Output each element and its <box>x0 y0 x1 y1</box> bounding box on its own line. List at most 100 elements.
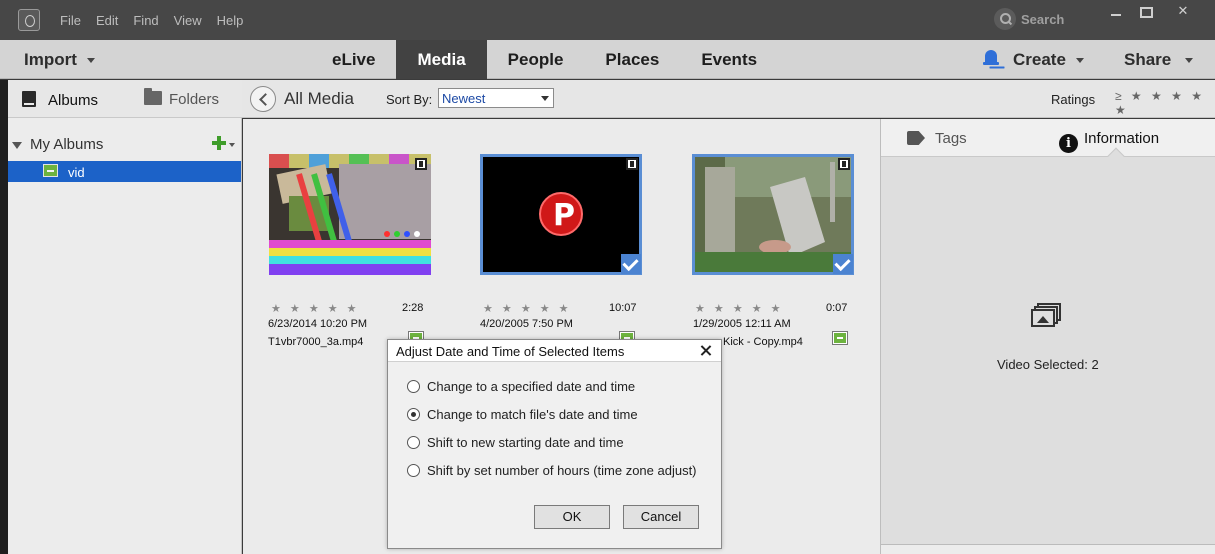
svg-text:P: P <box>553 198 575 233</box>
video-duration: 10:07 <box>609 302 637 314</box>
checkmark-icon[interactable] <box>833 254 853 274</box>
video-film-icon <box>415 158 427 170</box>
radio-button[interactable] <box>407 408 420 421</box>
radio-button[interactable] <box>407 436 420 449</box>
info-icon: i <box>1059 134 1078 153</box>
media-thumbnail[interactable]: P <box>480 154 642 275</box>
sort-label: Sort By: <box>386 92 433 107</box>
right-panel-tabs: Tags i Information <box>881 119 1215 157</box>
media-date: 1/29/2005 12:11 AM <box>693 318 791 330</box>
media-date: 4/20/2005 7:50 PM <box>480 318 573 330</box>
media-thumbnail[interactable] <box>692 154 854 275</box>
rating-stars[interactable]: ★ ★ ★ ★ ★ <box>271 302 360 315</box>
sort-dropdown[interactable]: Newest <box>438 88 554 108</box>
bell-icon[interactable] <box>983 50 999 68</box>
video-film-icon <box>838 158 850 170</box>
radio-button[interactable] <box>407 464 420 477</box>
radio-option-match-file-date[interactable]: Change to match file's date and time <box>407 407 638 422</box>
media-date: 6/23/2014 10:20 PM <box>268 318 368 330</box>
search-label: Search <box>1021 12 1065 27</box>
album-badge-icon <box>832 331 848 345</box>
chevron-down-icon <box>1185 58 1194 64</box>
dialog-title: Adjust Date and Time of Selected Items <box>396 344 625 359</box>
share-label: Share <box>1124 50 1172 69</box>
selection-count: Video Selected: 2 <box>997 357 1099 372</box>
tab-folders[interactable]: Folders <box>144 88 220 108</box>
left-panel-tabs: Albums Folders <box>8 80 242 118</box>
menu-bar: File Edit Find View Help <box>60 13 258 28</box>
chevron-down-icon <box>86 58 95 64</box>
search-box[interactable]: Search <box>994 8 1084 30</box>
tab-folders-label: Folders <box>169 91 220 108</box>
video-thumbnail-image <box>269 154 431 275</box>
maximize-button[interactable] <box>1132 3 1158 21</box>
tab-places[interactable]: Places <box>584 40 680 79</box>
rating-stars[interactable]: ★ ★ ★ ★ ★ <box>483 302 572 315</box>
my-albums-label: My Albums <box>30 136 104 153</box>
video-thumbnail-image <box>692 154 854 275</box>
add-album-icon[interactable] <box>212 136 226 150</box>
dialog-title-bar: Adjust Date and Time of Selected Items <box>388 340 721 362</box>
album-item-vid[interactable]: vid <box>8 161 241 182</box>
left-panel: Albums Folders My Albums vid <box>8 80 242 554</box>
tab-tags[interactable]: Tags <box>907 130 967 147</box>
menu-edit[interactable]: Edit <box>96 13 118 28</box>
media-stack-icon <box>1031 303 1061 327</box>
right-panel: Tags i Information Video Selected: 2 <box>880 119 1215 554</box>
radio-option-label: Shift to new starting date and time <box>427 435 624 450</box>
import-button[interactable]: Import <box>24 50 95 70</box>
title-bar: File Edit Find View Help Search ✕ <box>0 0 1215 40</box>
close-icon[interactable] <box>697 342 715 360</box>
ratings-label: Ratings <box>1051 92 1096 107</box>
back-button[interactable] <box>250 86 276 112</box>
radio-option-label: Change to a specified date and time <box>427 379 636 394</box>
album-label: vid <box>68 165 85 180</box>
radio-option-specified-date[interactable]: Change to a specified date and time <box>407 379 635 394</box>
minimize-button[interactable] <box>1103 3 1129 21</box>
album-book-icon <box>22 91 36 107</box>
cancel-button[interactable]: Cancel <box>623 505 699 529</box>
tab-tags-label: Tags <box>935 130 967 147</box>
media-thumbnail[interactable] <box>269 154 431 275</box>
nav-tabs: eLive Media People Places Events <box>311 40 778 79</box>
chevron-down-icon[interactable] <box>229 143 235 147</box>
ratings-filter[interactable]: ≥ ★ ★ ★ ★ ★ <box>1115 89 1215 117</box>
tab-albums-label: Albums <box>48 92 99 109</box>
app-logo-icon[interactable] <box>18 9 40 31</box>
tab-media[interactable]: Media <box>396 40 487 79</box>
ok-button[interactable]: OK <box>534 505 610 529</box>
tab-people[interactable]: People <box>487 40 585 79</box>
create-label: Create <box>1013 50 1066 69</box>
my-albums-header[interactable]: My Albums <box>12 136 103 153</box>
tab-elive[interactable]: eLive <box>311 40 396 79</box>
tab-events[interactable]: Events <box>680 40 778 79</box>
radio-option-label: Shift by set number of hours (time zone … <box>427 463 697 478</box>
tab-information[interactable]: i Information <box>1059 130 1159 153</box>
menu-help[interactable]: Help <box>217 13 244 28</box>
search-icon <box>994 8 1016 30</box>
radio-option-label: Change to match file's date and time <box>427 407 638 422</box>
media-filename: Kick - Copy.mp4 <box>723 336 803 348</box>
media-toolbar: All Media Sort By: Newest Ratings ≥ ★ ★ … <box>242 80 1215 118</box>
share-button[interactable]: Share <box>1124 50 1194 70</box>
tag-icon <box>907 131 925 145</box>
rating-stars[interactable]: ★ ★ ★ ★ ★ <box>695 302 784 315</box>
menu-view[interactable]: View <box>174 13 202 28</box>
radio-button[interactable] <box>407 380 420 393</box>
radio-option-shift-start[interactable]: Shift to new starting date and time <box>407 435 624 450</box>
import-label: Import <box>24 50 77 69</box>
radio-option-shift-hours[interactable]: Shift by set number of hours (time zone … <box>407 463 697 478</box>
menu-file[interactable]: File <box>60 13 81 28</box>
window-edge <box>0 80 8 554</box>
collapse-icon[interactable] <box>12 141 22 149</box>
close-window-button[interactable]: ✕ <box>1160 3 1206 21</box>
album-icon <box>43 164 58 177</box>
create-button[interactable]: Create <box>983 50 1084 70</box>
tab-albums[interactable]: Albums <box>22 91 98 109</box>
video-thumbnail-image: P <box>480 154 642 275</box>
menu-find[interactable]: Find <box>133 13 158 28</box>
video-film-icon <box>626 158 638 170</box>
adjust-date-dialog: Adjust Date and Time of Selected Items C… <box>387 339 722 549</box>
media-filename: T1vbr7000_3a.mp4 <box>268 336 364 348</box>
checkmark-icon[interactable] <box>621 254 641 274</box>
